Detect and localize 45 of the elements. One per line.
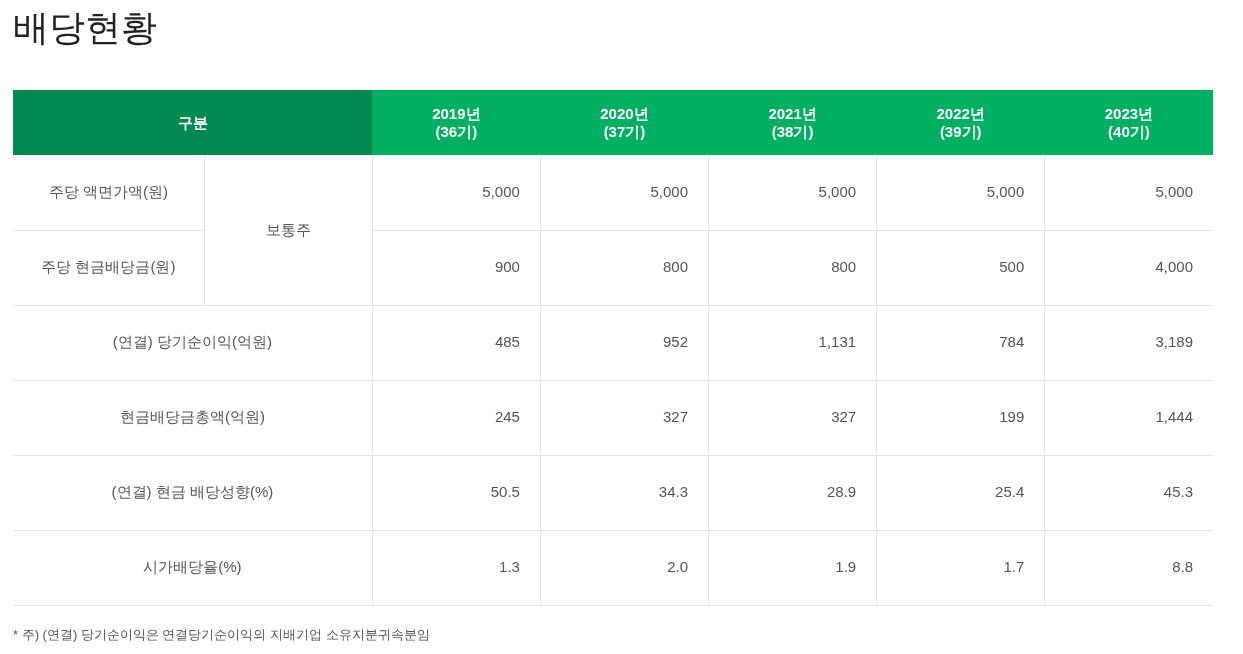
column-header: 2021년 (38기) [708,90,877,155]
row-label: 시가배당율(%) [13,530,373,605]
column-header: 2019년 (36기) [372,90,541,155]
table-cell: 2.0 [540,530,709,605]
table-cell: 1.9 [708,530,877,605]
table-cell: 5,000 [372,155,541,230]
table-cell: 327 [708,380,877,455]
table-cell: 3,189 [1044,305,1213,380]
table-cell: 1.7 [876,530,1045,605]
table-cell: 327 [540,380,709,455]
table-cell: 4,000 [1044,230,1213,305]
footnote: * 주) (연결) 당기순이익은 연결당기순이익의 지배기업 소유지분귀속분임 [13,625,430,644]
table-cell: 5,000 [708,155,877,230]
table-cell: 485 [372,305,541,380]
table-cell: 800 [708,230,877,305]
table-cell: 1,131 [708,305,877,380]
table-cell: 5,000 [1044,155,1213,230]
table-cell: 784 [876,305,1045,380]
column-header: 2023년 (40기) [1044,90,1213,155]
table-cell: 8.8 [1044,530,1213,605]
table-cell: 45.3 [1044,455,1213,530]
table-cell: 1,444 [1044,380,1213,455]
group-label: 보통주 [204,155,373,305]
table-cell: 1.3 [372,530,541,605]
table-cell: 500 [876,230,1045,305]
row-label: (연결) 현금 배당성향(%) [13,455,373,530]
table-cell: 199 [876,380,1045,455]
column-header: 2020년 (37기) [540,90,709,155]
table-cell: 800 [540,230,709,305]
row-label: 주당 액면가액(원) [13,155,205,230]
table-cell: 25.4 [876,455,1045,530]
column-header: 구분 [13,90,373,155]
table-cell: 5,000 [540,155,709,230]
table-cell: 952 [540,305,709,380]
row-label: (연결) 당기순이익(억원) [13,305,373,380]
table-cell: 28.9 [708,455,877,530]
table-cell: 245 [372,380,541,455]
row-label: 주당 현금배당금(원) [13,230,205,305]
page-title: 배당현황 [13,6,157,50]
row-label: 현금배당금총액(억원) [13,380,373,455]
table-cell: 900 [372,230,541,305]
column-header: 2022년 (39기) [876,90,1045,155]
table-cell: 5,000 [876,155,1045,230]
table-cell: 50.5 [372,455,541,530]
table-cell: 34.3 [540,455,709,530]
